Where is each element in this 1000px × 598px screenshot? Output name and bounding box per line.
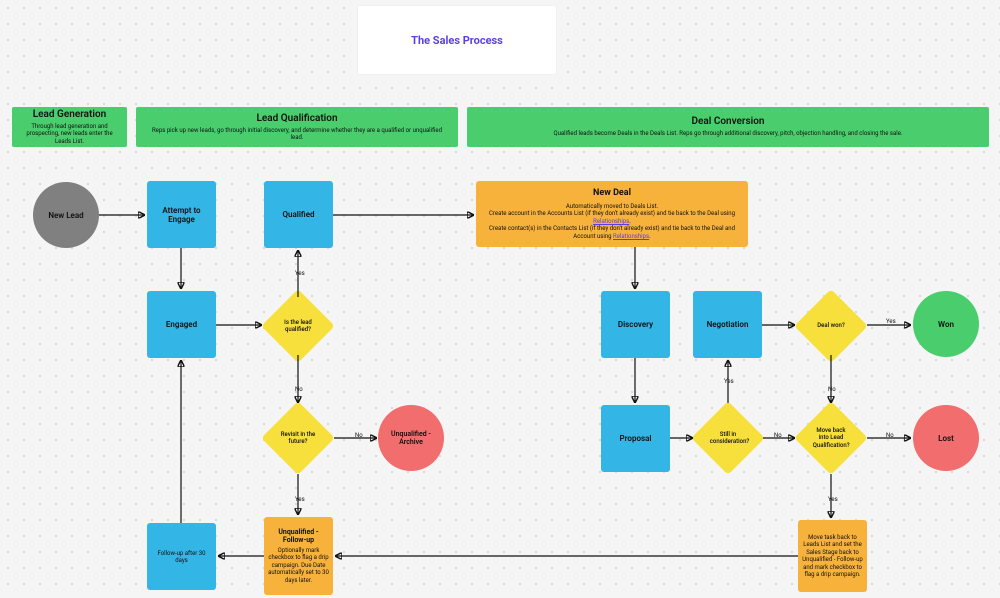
new-deal-line3: Create contact(s) in the Contacts List (… xyxy=(486,225,738,240)
decision-deal-won: Deal won? xyxy=(805,300,857,352)
node-move-back-to-leads: Move task back to Leads List and set the… xyxy=(798,520,867,592)
node-new-deal: New Deal Automatically moved to Deals Li… xyxy=(476,181,748,247)
edge-label-no: No xyxy=(355,432,363,439)
decision-is-lead-qualified: Is the lead qualified? xyxy=(272,300,324,352)
phase-deal-conversion: Deal Conversion Qualified leads become D… xyxy=(467,107,989,147)
node-label: Qualified xyxy=(282,210,314,219)
decision-still-in-consideration: Still in consideration? xyxy=(702,412,754,464)
phase-lead-generation: Lead Generation Through lead generation … xyxy=(12,107,127,147)
decision-label: Is the lead qualified? xyxy=(280,319,316,333)
node-attempt-to-engage: Attempt to Engage xyxy=(147,181,216,248)
new-deal-line2: Create account in the Accounts List (if … xyxy=(486,210,738,225)
node-label: Lost xyxy=(938,434,954,443)
phase-lead-qualification: Lead Qualification Reps pick up new lead… xyxy=(136,107,458,147)
node-followup-30-days: Follow-up after 30 days xyxy=(147,523,216,590)
decision-label: Still in consideration? xyxy=(710,431,746,445)
phase-desc: Qualified leads become Deals in the Deal… xyxy=(477,130,979,137)
node-label: Discovery xyxy=(618,320,653,329)
title-text: The Sales Process xyxy=(411,34,503,47)
node-label: Negotiation xyxy=(707,320,749,329)
edge-label-no: No xyxy=(886,432,894,439)
decision-move-back-lead-qual: Move back into Lead Qualification? xyxy=(805,412,857,464)
relationships-link[interactable]: Relationships xyxy=(593,218,629,225)
node-label: Proposal xyxy=(620,434,652,443)
node-new-lead: New Lead xyxy=(33,182,99,248)
edge-label-yes: Yes xyxy=(295,496,305,503)
node-label: New Lead xyxy=(48,211,83,220)
phase-desc: Reps pick up new leads, go through initi… xyxy=(146,127,448,141)
decision-label: Revisit in the future? xyxy=(280,431,316,445)
node-lost: Lost xyxy=(913,405,979,471)
edge-label-yes: Yes xyxy=(724,378,734,385)
node-qualified: Qualified xyxy=(264,181,333,248)
node-title: New Deal xyxy=(593,188,631,198)
page-title: The Sales Process xyxy=(358,6,556,74)
edge-label-no: No xyxy=(295,386,303,393)
phase-title: Lead Qualification xyxy=(146,113,448,124)
node-label: Attempt to Engage xyxy=(151,206,212,224)
node-won: Won xyxy=(913,291,979,357)
node-desc: Move task back to Leads List and set the… xyxy=(802,534,863,579)
node-label: Won xyxy=(938,320,954,329)
edge-label-yes: Yes xyxy=(295,270,305,277)
edge-label-yes: Yes xyxy=(886,318,896,325)
decision-label: Move back into Lead Qualification? xyxy=(813,427,849,449)
phase-title: Deal Conversion xyxy=(477,116,979,127)
phase-desc: Through lead generation and prospecting,… xyxy=(22,123,117,145)
node-proposal: Proposal xyxy=(601,405,670,472)
phase-title: Lead Generation xyxy=(22,109,117,120)
node-label: Unqualified - Archive xyxy=(382,430,440,446)
edge-label-yes: Yes xyxy=(828,496,838,503)
node-engaged: Engaged xyxy=(147,291,216,358)
new-deal-line1: Automatically moved to Deals List. xyxy=(566,203,658,211)
node-title: Unqualified - Follow-up xyxy=(268,528,329,544)
node-label: Engaged xyxy=(166,320,197,329)
relationships-link[interactable]: Relationships xyxy=(613,233,649,240)
edge-label-no: No xyxy=(828,386,836,393)
decision-revisit-future: Revisit in the future? xyxy=(272,412,324,464)
node-negotiation: Negotiation xyxy=(693,291,762,358)
node-discovery: Discovery xyxy=(601,291,670,358)
decision-label: Deal won? xyxy=(817,322,845,329)
edge-label-no: No xyxy=(774,432,782,439)
node-unqualified-archive: Unqualified - Archive xyxy=(378,405,444,471)
node-label: Follow-up after 30 days xyxy=(151,550,212,564)
node-unqualified-followup: Unqualified - Follow-up Optionally mark … xyxy=(264,517,333,595)
node-desc: Optionally mark checkbox to flag a drip … xyxy=(268,547,329,585)
